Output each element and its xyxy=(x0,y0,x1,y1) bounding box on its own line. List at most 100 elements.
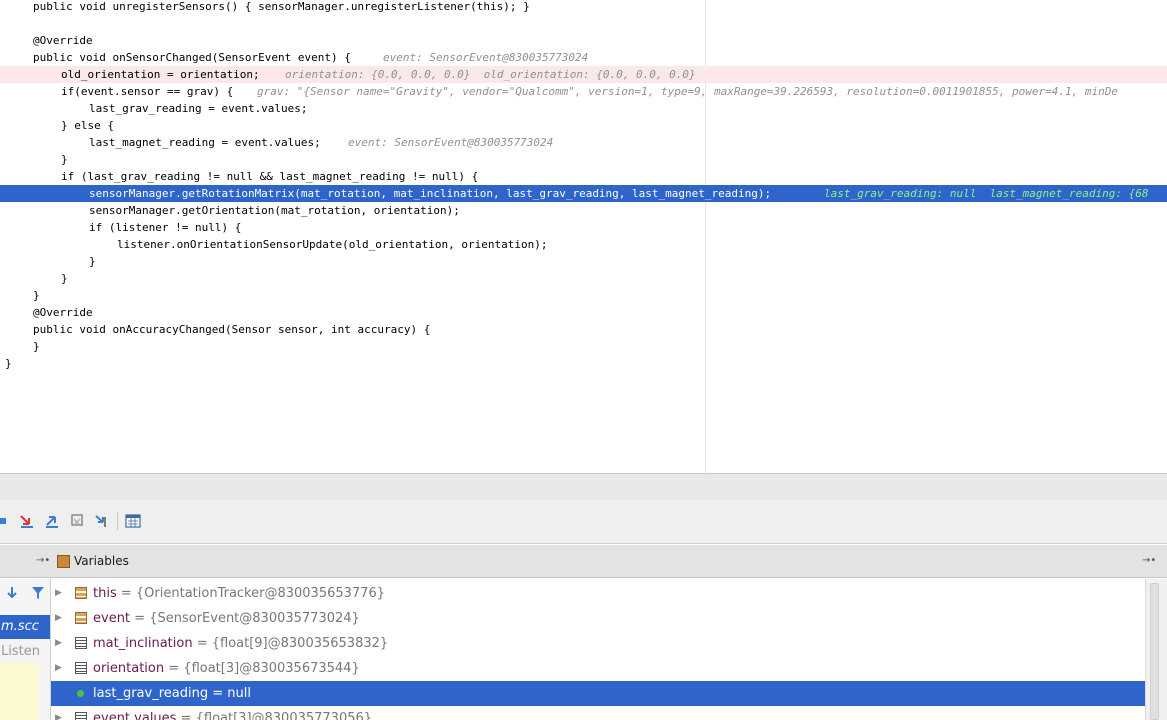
variable-value: {OrientationTracker@830035653776} xyxy=(135,586,385,601)
inline-debug-value: grav: "{Sensor name="Gravity", vendor="Q… xyxy=(257,85,1118,98)
frame-down-icon[interactable] xyxy=(5,586,19,600)
code-text: } else { xyxy=(61,119,114,132)
code-line[interactable]: } xyxy=(0,338,1167,355)
code-line[interactable]: old_orientation = orientation; orientatio… xyxy=(0,66,1167,83)
filter-icon[interactable] xyxy=(31,586,45,600)
code-line[interactable]: public void onSensorChanged(SensorEvent … xyxy=(0,49,1167,66)
code-line[interactable] xyxy=(0,15,1167,32)
variable-row[interactable]: ▶ mat_inclination = {float[9]@83003565383… xyxy=(51,631,1145,656)
inline-debug-value: orientation: {0.0, 0.0, 0.0} old_orienta… xyxy=(285,68,696,81)
code-text: sensorManager.getRotationMatrix(mat_rota… xyxy=(89,187,772,200)
code-text: listener.onOrientationSensorUpdate(old_o… xyxy=(117,238,548,251)
code-line[interactable]: } xyxy=(0,355,1167,372)
variables-title: Variables xyxy=(74,554,129,568)
code-line[interactable]: public void unregisterSensors() { sensor… xyxy=(0,0,1167,15)
code-line[interactable]: if (listener != null) { xyxy=(0,219,1167,236)
array-icon xyxy=(75,662,87,674)
code-text: if (last_grav_reading != null && last_ma… xyxy=(61,170,479,183)
variables-scrollbar[interactable] xyxy=(1145,579,1167,720)
variable-name: mat_inclination = {float[9]@830035653832… xyxy=(93,636,389,651)
variables-icon xyxy=(57,555,70,568)
execution-point-line[interactable]: sensorManager.getRotationMatrix(mat_rota… xyxy=(0,185,1167,202)
variable-value: {float[9]@830035653832} xyxy=(211,636,389,651)
code-text: public void unregisterSensors() { sensor… xyxy=(33,0,530,13)
variable-name: orientation = {float[3]@830035673544} xyxy=(93,661,360,676)
variable-name: event = {SensorEvent@830035773024} xyxy=(93,611,360,626)
code-text: if(event.sensor == grav) { xyxy=(61,85,234,98)
show-execution-point-icon[interactable] xyxy=(0,513,16,529)
step-into-icon[interactable] xyxy=(44,513,60,529)
code-line[interactable]: } xyxy=(0,253,1167,270)
toolbar-separator xyxy=(117,512,118,530)
object-icon xyxy=(75,587,87,599)
variable-value: {float[3]@830035773056} xyxy=(195,711,373,720)
code-text: sensorManager.getOrientation(mat_rotatio… xyxy=(89,204,460,217)
frame-item[interactable]: Listen xyxy=(0,641,50,663)
drop-frame-icon[interactable] xyxy=(69,513,85,529)
array-icon xyxy=(75,712,87,720)
inline-debug-value: event: SensorEvent@830035773024 xyxy=(348,136,554,149)
code-line[interactable]: if (last_grav_reading != null && last_ma… xyxy=(0,168,1167,185)
expand-arrow-icon[interactable]: ▶ xyxy=(55,631,65,656)
null-value-icon xyxy=(77,690,84,697)
code-line[interactable]: @Override xyxy=(0,32,1167,49)
code-line[interactable]: public void onAccuracyChanged(Sensor sen… xyxy=(0,321,1167,338)
variables-tree[interactable]: ▶ this = {OrientationTracker@830035653776… xyxy=(51,579,1145,720)
code-line[interactable]: sensorManager.getOrientation(mat_rotatio… xyxy=(0,202,1167,219)
inline-debug-value: last_grav_reading: null last_magnet_read… xyxy=(824,187,1149,200)
code-text: } xyxy=(33,340,40,353)
frames-pane[interactable]: m.scc Listen xyxy=(0,579,51,720)
code-line[interactable]: } xyxy=(0,151,1167,168)
code-text: old_orientation = orientation; xyxy=(61,68,260,81)
variable-value: {float[3]@830035673544} xyxy=(183,661,360,676)
object-icon xyxy=(75,612,87,624)
code-text: } xyxy=(33,289,40,302)
variables-header: →• Variables →• xyxy=(0,545,1167,578)
code-line[interactable]: @Override xyxy=(0,304,1167,321)
code-line[interactable]: listener.onOrientationSensorUpdate(old_o… xyxy=(0,236,1167,253)
expand-arrow-icon[interactable]: ▶ xyxy=(55,606,65,631)
expand-arrow-icon[interactable]: ▶ xyxy=(55,706,65,720)
code-text: } xyxy=(89,255,96,268)
code-text: } xyxy=(61,272,68,285)
expand-arrow-icon[interactable]: ▶ xyxy=(55,656,65,681)
variable-name: event.values = {float[3]@830035773056} xyxy=(93,706,372,720)
inline-debug-value: event: SensorEvent@830035773024 xyxy=(383,51,589,64)
code-text: last_magnet_reading = event.values; xyxy=(89,136,321,149)
variable-row[interactable]: ▶ orientation = {float[3]@830035673544} xyxy=(51,656,1145,681)
variable-value: null xyxy=(227,686,251,701)
frames-background xyxy=(0,663,39,720)
code-text: @Override xyxy=(33,306,93,319)
variable-row[interactable]: ▶ event = {SensorEvent@830035773024} xyxy=(51,606,1145,631)
step-over-icon[interactable] xyxy=(19,513,35,529)
code-line[interactable]: last_magnet_reading = event.values; event… xyxy=(0,134,1167,151)
expand-arrow-icon[interactable]: ▶ xyxy=(55,581,65,606)
restore-layout-icon[interactable]: →• xyxy=(1142,555,1156,566)
code-editor[interactable]: public void unregisterSensors() { sensor… xyxy=(0,0,1167,473)
code-line[interactable]: last_grav_reading = event.values; xyxy=(0,100,1167,117)
debug-tool-window-strip xyxy=(0,473,1167,500)
pin-tab-icon[interactable]: →• xyxy=(36,555,50,566)
code-text: } xyxy=(61,153,68,166)
code-text: last_grav_reading = event.values; xyxy=(89,102,308,115)
variable-row[interactable]: ▶ this = {OrientationTracker@830035653776… xyxy=(51,581,1145,606)
variable-name: this = {OrientationTracker@830035653776} xyxy=(93,586,385,601)
run-to-cursor-icon[interactable] xyxy=(94,513,110,529)
code-text: if (listener != null) { xyxy=(89,221,242,234)
variable-name: last_grav_reading = null xyxy=(93,686,251,701)
code-text: } xyxy=(5,357,12,370)
array-icon xyxy=(75,637,87,649)
code-text: @Override xyxy=(33,34,93,47)
evaluate-expression-icon[interactable] xyxy=(125,513,141,529)
variable-value: {SensorEvent@830035773024} xyxy=(149,611,360,626)
code-line[interactable]: if(event.sensor == grav) { grav: "{Sensor… xyxy=(0,83,1167,100)
code-line[interactable]: } xyxy=(0,287,1167,304)
variable-row[interactable]: ▶ event.values = {float[3]@830035773056} xyxy=(51,706,1145,720)
code-text: public void onSensorChanged(SensorEvent … xyxy=(33,51,351,64)
code-line[interactable]: } else { xyxy=(0,117,1167,134)
scrollbar-thumb[interactable] xyxy=(1150,583,1159,720)
frame-item-selected[interactable]: m.scc xyxy=(0,615,50,639)
code-line[interactable]: } xyxy=(0,270,1167,287)
debug-toolbar xyxy=(0,500,1167,544)
variable-row[interactable]: last_grav_reading = null xyxy=(51,681,1145,706)
